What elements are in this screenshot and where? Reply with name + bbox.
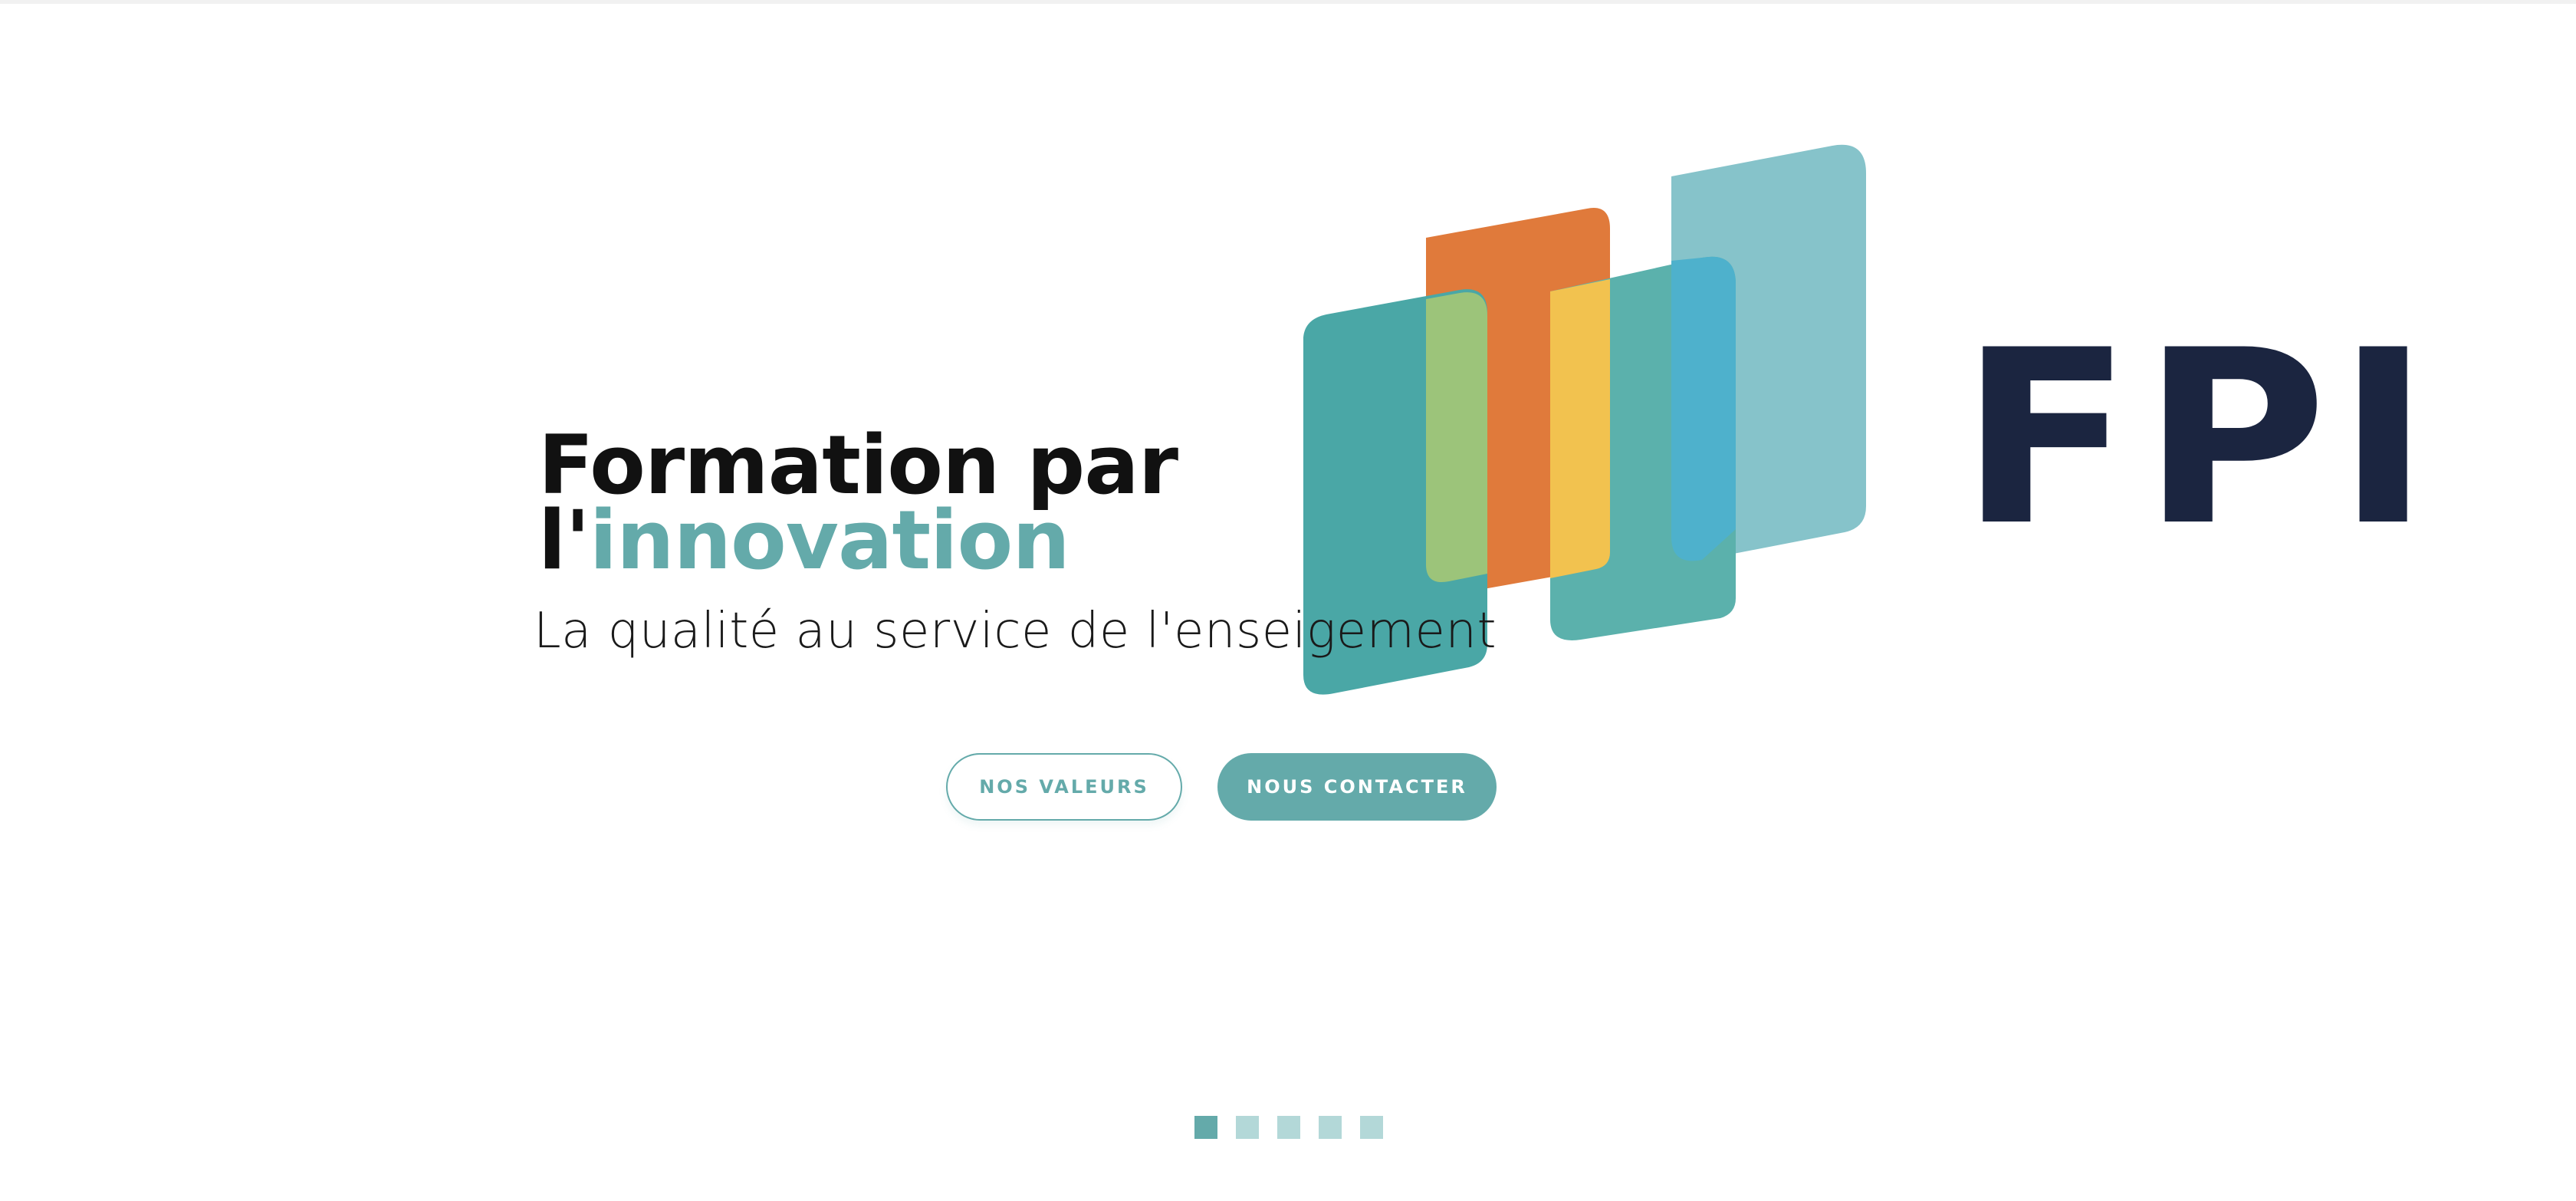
- nous-contacter-button[interactable]: NOUS CONTACTER: [1217, 753, 1497, 821]
- hero-section: FPI Formation par l'innovation La qualit…: [0, 0, 2576, 1201]
- hero-title-prefix: l': [538, 493, 590, 587]
- nos-valeurs-button[interactable]: NOS VALEURS: [946, 753, 1182, 821]
- carousel-dot-2[interactable]: [1236, 1116, 1259, 1139]
- carousel-dot-3[interactable]: [1277, 1116, 1300, 1139]
- logo-panel-blue: [1671, 256, 1736, 561]
- logo-panel-green: [1426, 292, 1487, 583]
- hero-subtitle: La qualité au service de l'enseigement: [534, 603, 1497, 660]
- hero-title-line2: l'innovation: [538, 500, 1178, 581]
- carousel-pagination: [1194, 1116, 1383, 1139]
- logo-panel-yellow: [1550, 279, 1610, 578]
- hero-title-line1: Formation par: [538, 418, 1178, 512]
- carousel-dot-4[interactable]: [1319, 1116, 1342, 1139]
- carousel-dot-1[interactable]: [1194, 1116, 1217, 1139]
- hero-title-accent: innovation: [589, 493, 1070, 587]
- fpi-wordmark: FPI: [1960, 298, 2440, 579]
- hero-title: Formation par l'innovation: [538, 418, 1178, 581]
- carousel-dot-5[interactable]: [1360, 1116, 1383, 1139]
